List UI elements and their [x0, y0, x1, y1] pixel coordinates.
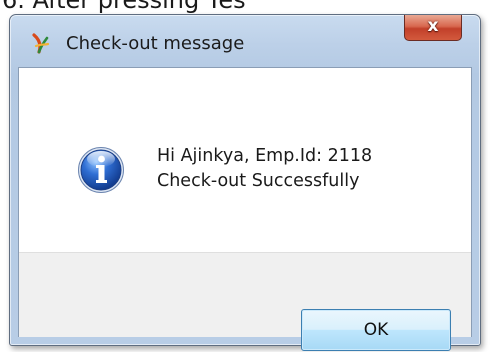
close-icon: x: [427, 16, 439, 36]
dialog-body: Hi Ajinkya, Emp.Id: 2118 Check-out Succe…: [18, 67, 472, 351]
message-text: Hi Ajinkya, Emp.Id: 2118 Check-out Succe…: [157, 144, 372, 194]
dialog-title: Check-out message: [66, 33, 245, 54]
caption-text: 6. After pressing Yes: [2, 0, 246, 14]
message-dialog: Check-out message x Hi Ajinkya, Emp.Id: …: [9, 14, 481, 351]
message-greeting: Hi Ajinkya, Emp.Id: 2118: [157, 146, 373, 166]
information-icon: [77, 146, 125, 194]
ok-button[interactable]: OK: [301, 309, 451, 351]
caption-strip: 6. After pressing Yes: [0, 0, 492, 14]
button-bar: OK: [19, 252, 471, 351]
message-panel: Hi Ajinkya, Emp.Id: 2118 Check-out Succe…: [19, 68, 471, 252]
title-bar[interactable]: Check-out message x: [10, 15, 480, 67]
message-status: Check-out Successfully: [157, 171, 360, 191]
close-button[interactable]: x: [404, 15, 462, 41]
app-icon: [30, 32, 50, 54]
